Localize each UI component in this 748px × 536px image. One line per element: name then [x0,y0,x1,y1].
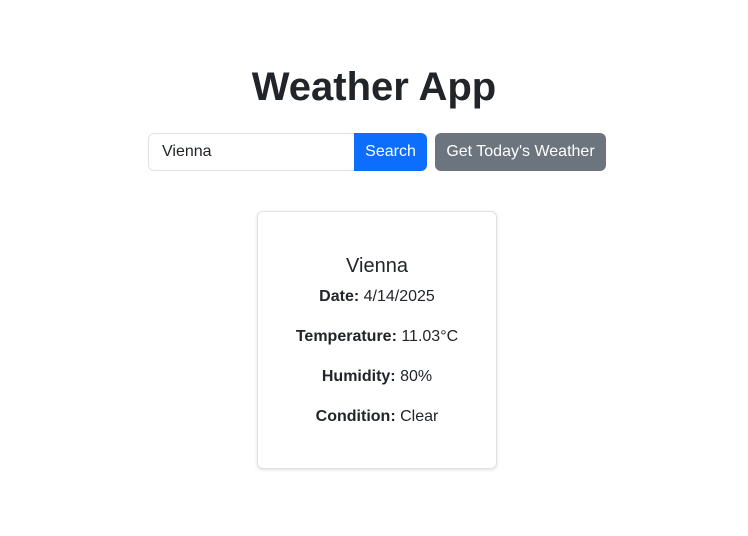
card-city-title: Vienna [346,255,408,277]
humidity-line: Humidity: 80% [258,367,496,387]
temperature-label: Temperature: [295,328,397,345]
search-bar: Search Get Today's Weather [148,133,606,171]
page-title: Weather App [251,65,497,109]
temperature-line: Temperature: 11.03°C [258,327,496,347]
weather-app: Weather App Search Get Today's Weather V… [0,0,748,536]
date-line: Date: 4/14/2025 [258,287,496,307]
temperature-value: 11.03°C [401,328,459,345]
weather-card: Vienna Date: 4/14/2025 Temperature: 11.0… [257,211,497,469]
humidity-label: Humidity: [321,368,396,385]
humidity-value: 80% [400,368,433,385]
search-button[interactable]: Search [354,133,427,171]
get-todays-weather-button[interactable]: Get Today's Weather [435,133,606,171]
condition-value: Clear [400,408,439,425]
date-label: Date: [319,288,360,305]
condition-label: Condition: [315,408,396,425]
city-search-input[interactable] [148,133,354,171]
date-value: 4/14/2025 [363,288,435,305]
condition-line: Condition: Clear [258,407,496,427]
